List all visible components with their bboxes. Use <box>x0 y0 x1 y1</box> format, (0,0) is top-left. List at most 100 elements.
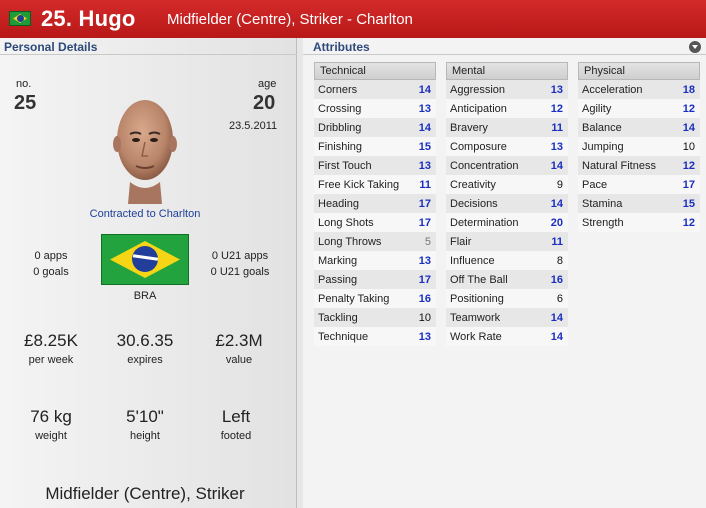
attribute-value: 18 <box>682 83 695 96</box>
player-name: 25. Hugo <box>41 6 136 31</box>
attribute-name: Corners <box>318 83 358 96</box>
age-value: 20 <box>253 92 276 114</box>
attribute-value: 14 <box>418 121 431 134</box>
height-value: 5'10" <box>126 407 164 426</box>
attribute-row[interactable]: Corners 14 <box>314 80 436 99</box>
attribute-row[interactable]: Stamina 15 <box>578 194 700 213</box>
date-of-birth: 23.5.2011 <box>229 120 278 132</box>
attribute-name: Long Throws <box>318 235 382 248</box>
attribute-row[interactable]: Bravery 11 <box>446 118 568 137</box>
attribute-row[interactable]: Tackling 10 <box>314 308 436 327</box>
attribute-name: Positioning <box>450 292 504 305</box>
attribute-value: 17 <box>418 273 431 286</box>
physical-header[interactable]: Physical <box>578 62 700 80</box>
attribute-name: Agility <box>582 102 612 115</box>
age-label: age <box>258 78 277 90</box>
attribute-row[interactable]: Strength 12 <box>578 213 700 232</box>
attribute-row[interactable]: Marking 13 <box>314 251 436 270</box>
attribute-value: 17 <box>418 197 431 210</box>
attribute-name: Pace <box>582 178 608 191</box>
attribute-value: 14 <box>550 197 563 210</box>
attribute-row[interactable]: Long Shots 17 <box>314 213 436 232</box>
attribute-value: 16 <box>418 292 431 305</box>
preferred-foot-label: footed <box>220 430 252 442</box>
attribute-row[interactable]: Free Kick Taking 11 <box>314 175 436 194</box>
mental-header[interactable]: Mental <box>446 62 568 80</box>
attribute-row[interactable]: Aggression 13 <box>446 80 568 99</box>
attribute-row[interactable]: Positioning 6 <box>446 289 568 308</box>
attribute-name: Influence <box>450 254 495 267</box>
attribute-value: 13 <box>550 140 563 153</box>
player-value-label: value <box>225 354 253 366</box>
attribute-name: Determination <box>450 216 519 229</box>
attribute-row[interactable]: Balance 14 <box>578 118 700 137</box>
attribute-name: Heading <box>318 197 359 210</box>
attribute-name: Crossing <box>318 102 362 115</box>
u21-goals-count: 0 U21 goals <box>210 266 270 278</box>
attribute-row[interactable]: Crossing 13 <box>314 99 436 118</box>
attribute-row[interactable]: First Touch 13 <box>314 156 436 175</box>
attribute-row[interactable]: Natural Fitness 12 <box>578 156 700 175</box>
attribute-row[interactable]: Composure 13 <box>446 137 568 156</box>
attribute-row[interactable]: Flair 11 <box>446 232 568 251</box>
attribute-row[interactable]: Long Throws 5 <box>314 232 436 251</box>
attribute-row[interactable]: Passing 17 <box>314 270 436 289</box>
divider <box>303 54 706 55</box>
squad-number-label: no. <box>16 78 32 90</box>
attribute-row[interactable]: Acceleration 18 <box>578 80 700 99</box>
nation-flag[interactable] <box>101 234 189 285</box>
attribute-row[interactable]: Work Rate 14 <box>446 327 568 346</box>
attribute-row[interactable]: Penalty Taking 16 <box>314 289 436 308</box>
attribute-row[interactable]: Agility 12 <box>578 99 700 118</box>
attribute-row[interactable]: Creativity 9 <box>446 175 568 194</box>
attribute-value: 17 <box>418 216 431 229</box>
attribute-name: Decisions <box>450 197 498 210</box>
panel-menu-icon[interactable] <box>689 41 701 53</box>
attribute-name: Anticipation <box>450 102 507 115</box>
attribute-name: Aggression <box>450 83 506 96</box>
height-label: height <box>130 430 160 442</box>
attribute-row[interactable]: Decisions 14 <box>446 194 568 213</box>
attribute-row[interactable]: Determination 20 <box>446 213 568 232</box>
player-value: £2.3M <box>215 331 263 350</box>
attribute-value: 13 <box>418 330 431 343</box>
attribute-row[interactable]: Heading 17 <box>314 194 436 213</box>
attribute-row[interactable]: Jumping 10 <box>578 137 700 156</box>
attribute-name: Marking <box>318 254 358 267</box>
attribute-row[interactable]: Influence 8 <box>446 251 568 270</box>
attribute-row[interactable]: Pace 17 <box>578 175 700 194</box>
attribute-value: 13 <box>418 159 431 172</box>
weight-value: 76 kg <box>30 407 72 426</box>
attribute-row[interactable]: Concentration 14 <box>446 156 568 175</box>
technical-column: Technical Corners 14 Crossing 13 Dribbling 14… <box>314 62 436 346</box>
attributes-panel: Attributes Technical Corners 14 Crossing 13… <box>303 38 706 508</box>
attribute-name: Natural Fitness <box>582 159 656 172</box>
attribute-name: Strength <box>582 216 624 229</box>
attribute-value: 14 <box>682 121 695 134</box>
attributes-title: Attributes <box>313 40 370 54</box>
technical-header[interactable]: Technical <box>314 62 436 80</box>
contract-link[interactable]: Contracted to Charlton <box>0 208 290 220</box>
attribute-value: 12 <box>682 216 695 229</box>
attribute-name: Balance <box>582 121 622 134</box>
attribute-row[interactable]: Off The Ball 16 <box>446 270 568 289</box>
attribute-value: 11 <box>419 178 431 191</box>
attribute-row[interactable]: Teamwork 14 <box>446 308 568 327</box>
player-positions[interactable]: Midfielder (Centre), Striker - Charlton <box>167 11 413 28</box>
attribute-value: 14 <box>418 83 431 96</box>
attribute-name: Penalty Taking <box>318 292 390 305</box>
attribute-name: Long Shots <box>318 216 374 229</box>
nation-code[interactable]: BRA <box>101 290 189 302</box>
attribute-row[interactable]: Dribbling 14 <box>314 118 436 137</box>
attribute-name: Flair <box>450 235 472 248</box>
attribute-value: 5 <box>424 235 431 248</box>
attribute-value: 15 <box>418 140 431 153</box>
attribute-name: Jumping <box>582 140 624 153</box>
attribute-value: 10 <box>418 311 431 324</box>
attribute-row[interactable]: Anticipation 12 <box>446 99 568 118</box>
attribute-value: 11 <box>551 121 563 134</box>
attribute-row[interactable]: Technique 13 <box>314 327 436 346</box>
contract-expiry-value: 30.6.35 <box>116 331 174 350</box>
attribute-row[interactable]: Finishing 15 <box>314 137 436 156</box>
goals-count: 0 goals <box>33 266 69 278</box>
